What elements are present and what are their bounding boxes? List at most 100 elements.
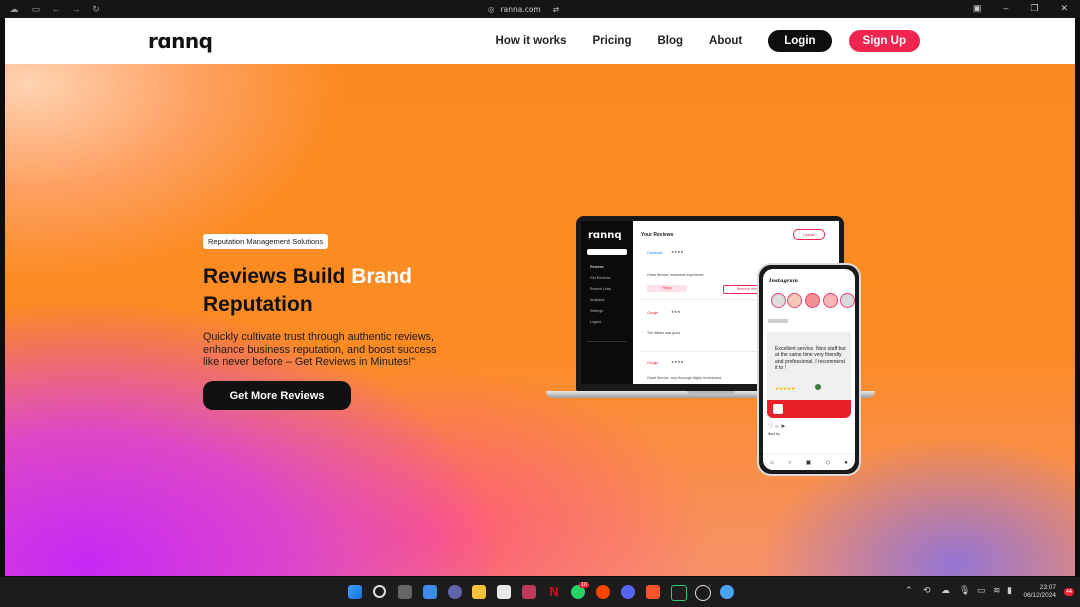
mock-menu-item: Logout [590,320,601,324]
mock-stars: ★★★★ [671,360,684,364]
mock-menu-item: Get Reviews [590,276,611,280]
store-icon[interactable] [497,585,511,599]
chevron-up-icon[interactable]: ⌃ [905,585,913,596]
discord-icon[interactable] [621,585,635,599]
address-bar[interactable]: ◎ ranna.com ⇄ [488,3,559,15]
mock-stars: ★★★★ [671,250,684,254]
review-card: Excellent service. Nice staff but at the… [767,332,851,410]
mock-review-text: Great Service, very thorough highly reco… [647,376,722,380]
top-nav: rɑnnq How it works Pricing Blog About Lo… [5,18,1075,65]
taskbar: N 10 ⌃ ⟲ ☁ 🎙 ▭ ≋ ▮ 23:07 06/12/2024 44 [0,577,1080,607]
mock-review-source: Google [647,361,659,365]
date: 06/12/2024 [1023,592,1056,599]
nav-blog[interactable]: Blog [657,35,683,47]
story-avatar [823,293,838,308]
terminal-icon[interactable] [671,585,687,601]
time: 23:07 [1039,584,1056,591]
review-stars: ★★★★★ [775,386,796,391]
story-avatar [805,293,820,308]
url-text: ranna.com [500,4,541,14]
chatgpt-icon[interactable] [695,585,711,601]
site-logo[interactable]: rɑnnq [148,29,213,53]
reload-icon[interactable]: ↻ [90,3,102,15]
login-button[interactable]: Login [768,30,832,52]
notification-badge[interactable]: 44 [1063,588,1074,596]
sync-icon[interactable]: ⟲ [923,585,931,596]
battery-icon[interactable]: ▮ [1007,585,1012,596]
mock-title: Your Reviews [641,232,674,238]
windows-icon[interactable] [348,585,362,599]
back-icon[interactable]: ← [50,3,62,15]
phone-mockup: Instagram Excellent service. Nice staff … [757,263,861,476]
minimize-icon[interactable]: – [1003,3,1008,15]
mock-logo: rɑnnq [588,230,622,241]
story-avatar [787,293,802,308]
cloud-icon[interactable]: ☁ [941,585,950,596]
sidebar-icon[interactable]: ▭ [30,3,42,15]
teams-icon[interactable] [448,585,462,599]
app-icon[interactable] [522,585,536,599]
laptop-notch [687,391,735,394]
mock-menu-item: Analytics [590,298,605,302]
browser-chrome: ☁ ▭ ← → ↻ ◎ ranna.com ⇄ ▣ – ❐ ✕ [0,0,1080,18]
post-header [768,319,788,323]
mic-icon[interactable]: 🎙 [959,585,970,596]
mock-review-source: Google [647,311,659,315]
phone-tabbar: ⌂ ○ ▣ ◇ ● [763,453,855,470]
page-options-icon[interactable]: ⇄ [553,5,559,14]
shop-icon: ◇ [825,460,831,466]
mock-review-text: The dishes was good [647,331,681,335]
phone-app-title: Instagram [769,278,798,284]
banner-logo [773,404,783,414]
nav-about[interactable]: About [709,35,742,47]
nav-pricing[interactable]: Pricing [592,35,631,47]
mock-sidebar: rɑnnq Reviews Get Reviews Review Links A… [581,221,633,384]
story-avatar [840,293,855,308]
mock-reply: Reply [647,285,687,292]
browser-icon[interactable] [720,585,734,599]
close-icon[interactable]: ✕ [1060,3,1068,15]
mock-stars: ★★★ [671,310,681,314]
ghost-icon[interactable]: ☁ [8,3,20,15]
post-actions: ♡ ○ ➤ [768,424,786,430]
headline-highlight: Brand [351,265,412,288]
wifi-icon[interactable]: ≋ [993,585,1001,596]
hero-subtext: Quickly cultivate trust through authenti… [203,331,437,368]
post-banner [767,400,851,418]
reddit-icon[interactable] [596,585,610,599]
nav-links: How it works Pricing Blog About Login Si… [496,30,920,52]
site-info-icon[interactable]: ◎ [488,5,495,14]
hero-headline: Reviews Build Brand Reputation [203,263,503,319]
forward-icon[interactable]: → [70,3,82,15]
window-controls: ▣ – ❐ ✕ [973,3,1068,15]
task-view-icon[interactable] [398,585,412,599]
mock-review-text: Great Service, awesome experience [647,273,704,277]
website: rɑnnq How it works Pricing Blog About Lo… [5,18,1075,576]
netflix-icon[interactable]: N [547,585,561,599]
brave-icon[interactable] [646,585,660,599]
extension-icon[interactable]: ▣ [973,3,982,15]
clock[interactable]: 23:07 06/12/2024 [1023,584,1056,600]
search-icon: ○ [787,459,792,466]
mock-search [587,249,627,255]
search-icon[interactable] [373,585,386,598]
mock-review-source: Facebook [647,251,663,255]
get-more-reviews-button[interactable]: Get More Reviews [203,381,351,410]
nav-how-it-works[interactable]: How it works [496,35,567,47]
mock-menu-item: Settings [590,309,603,313]
mock-menu-item: Reviews [590,265,604,269]
headline-text-2: Reputation [203,293,313,316]
review-quote: Excellent service. Nice staff but at the… [775,346,846,371]
mock-user [587,341,627,349]
display-icon[interactable]: ▭ [977,585,986,596]
signup-button[interactable]: Sign Up [848,30,920,52]
hero-section: Reputation Management Solutions Reviews … [5,64,1075,576]
mock-update-button: Update [793,229,825,240]
widgets-icon[interactable] [423,585,437,599]
reviewer-avatar [815,384,821,390]
post-likes: liked by [768,432,780,436]
story-avatar [771,293,786,308]
maximize-icon[interactable]: ❐ [1030,3,1038,15]
profile-icon: ● [844,459,848,466]
file-explorer-icon[interactable] [472,585,486,599]
